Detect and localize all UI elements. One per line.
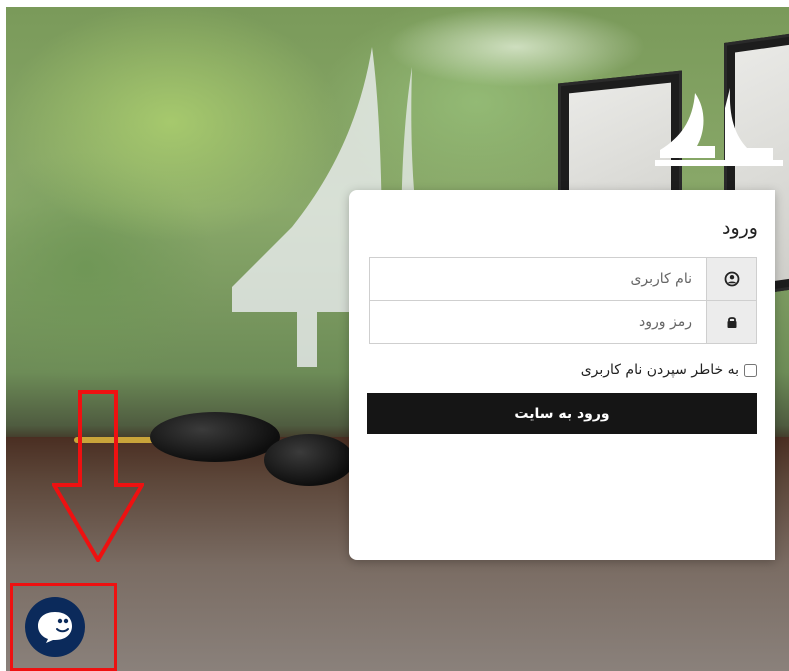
down-arrow-icon <box>52 390 144 562</box>
password-input[interactable] <box>370 301 706 343</box>
remember-label: به خاطر سپردن نام کاربری <box>580 362 739 378</box>
chat-bubble-icon <box>38 612 72 643</box>
username-input[interactable] <box>370 258 706 300</box>
background-mouse-1 <box>150 412 280 462</box>
login-panel: ورود به خاطر سپردن نام کاربری ورود به سا… <box>349 190 775 560</box>
chat-widget-button[interactable] <box>25 597 85 657</box>
login-button[interactable]: ورود به سایت <box>367 393 757 434</box>
remember-me[interactable]: به خاطر سپردن نام کاربری <box>581 362 757 378</box>
password-field <box>369 300 757 344</box>
username-addon <box>706 258 756 300</box>
site-logo-icon <box>655 88 783 166</box>
background-mouse-2 <box>264 434 354 486</box>
user-circle-icon <box>724 271 739 287</box>
username-field <box>369 257 757 301</box>
lock-icon <box>727 317 736 328</box>
password-addon <box>706 301 756 343</box>
remember-checkbox[interactable] <box>744 363 757 377</box>
login-title: ورود <box>722 217 758 239</box>
